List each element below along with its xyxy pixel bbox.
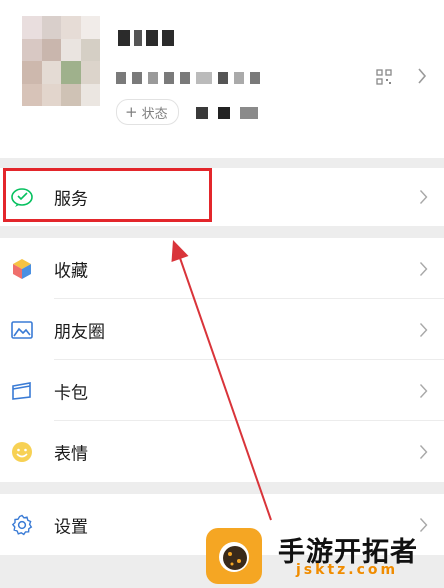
watermark-url: jsktz.com xyxy=(296,562,399,578)
plus-icon: + xyxy=(125,102,138,121)
status-button[interactable]: + 状态 xyxy=(116,99,179,125)
wechat-id-redacted xyxy=(116,72,260,84)
menu-item-card-wallet[interactable]: 卡包 xyxy=(0,360,444,421)
menu-item-favorites[interactable]: 收藏 xyxy=(0,238,444,299)
menu-item-label: 朋友圈 xyxy=(54,322,105,342)
chevron-right-icon xyxy=(419,383,428,398)
menu-item-label: 表情 xyxy=(54,444,88,464)
image-icon xyxy=(11,320,33,339)
main-menu-section: 收藏 朋友圈 卡包 表情 xyxy=(0,238,444,482)
gear-icon xyxy=(11,514,33,535)
cookie-logo-icon xyxy=(219,542,249,572)
menu-item-label: 收藏 xyxy=(54,261,88,281)
nickname-redacted xyxy=(118,30,174,48)
chevron-right-icon[interactable] xyxy=(417,67,427,85)
menu-item-moments[interactable]: 朋友圈 xyxy=(0,299,444,360)
profile-header[interactable]: + 状态 xyxy=(0,0,444,158)
chevron-right-icon xyxy=(419,444,428,459)
status-redacted xyxy=(196,107,258,119)
menu-item-label: 设置 xyxy=(54,517,88,537)
qr-code-icon[interactable] xyxy=(376,69,392,85)
menu-item-stickers[interactable]: 表情 xyxy=(0,421,444,482)
watermark-logo xyxy=(206,528,262,584)
chevron-right-icon xyxy=(419,322,428,337)
card-wallet-icon xyxy=(12,381,31,400)
chevron-right-icon xyxy=(419,517,428,532)
chevron-right-icon xyxy=(419,261,428,276)
smiley-icon xyxy=(12,441,32,462)
annotation-highlight-box xyxy=(3,168,212,222)
cube-icon xyxy=(13,258,31,279)
menu-item-label: 卡包 xyxy=(54,383,88,403)
chevron-right-icon xyxy=(419,190,428,204)
avatar[interactable] xyxy=(22,16,100,106)
status-label: 状态 xyxy=(141,106,168,122)
